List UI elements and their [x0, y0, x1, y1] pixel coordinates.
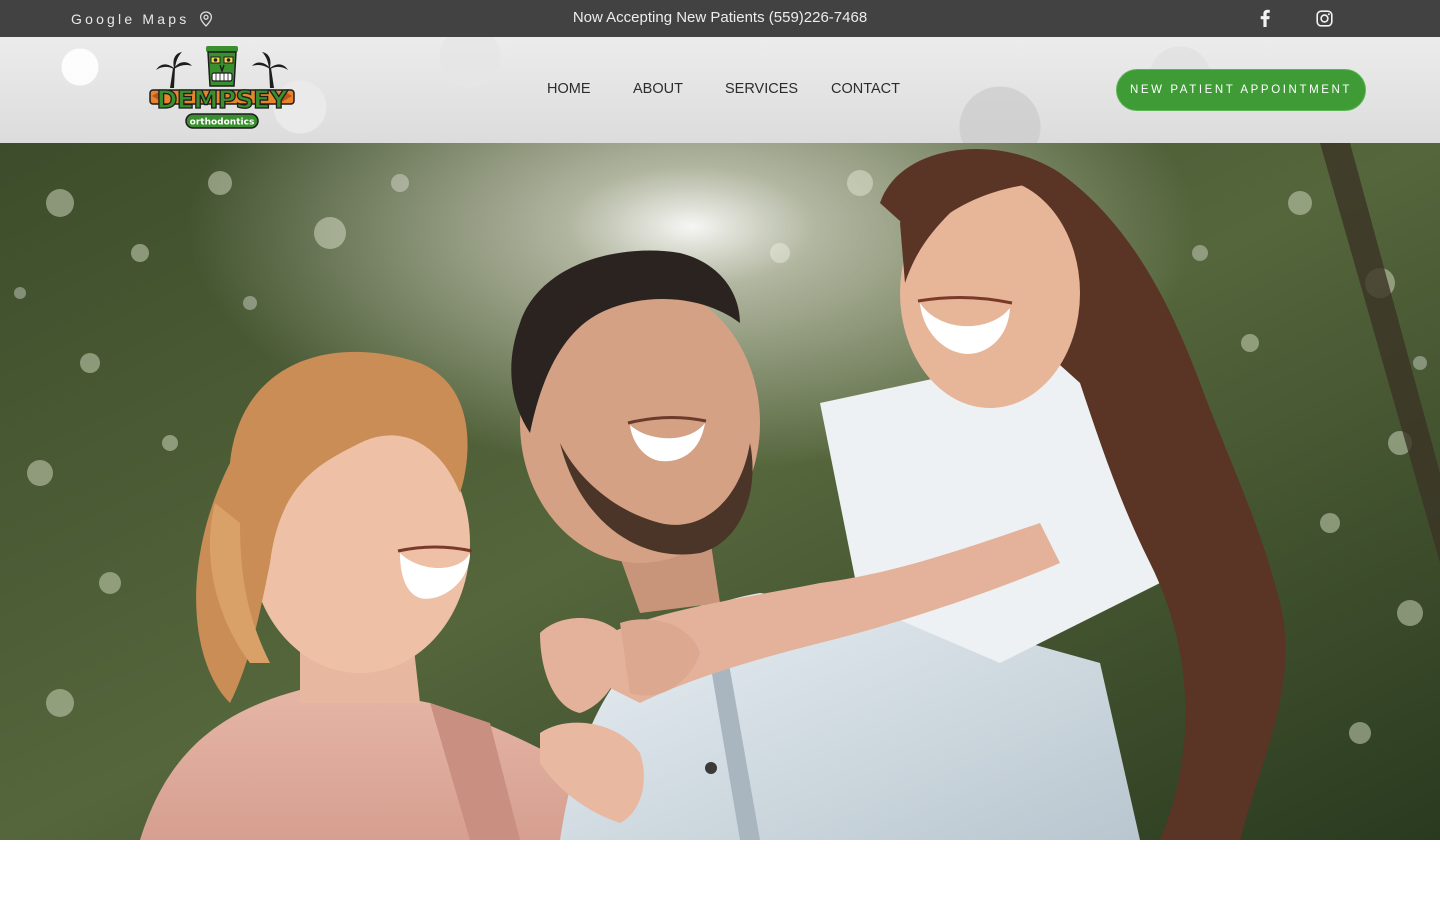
top-bar: Google Maps Now Accepting New Patients (…	[0, 0, 1440, 37]
nav-home[interactable]: HOME	[547, 81, 591, 97]
new-patients-announcement: Now Accepting New Patients (559)226-7468	[572, 9, 868, 26]
logo-subtitle: orthodontics	[190, 118, 255, 128]
instagram-icon[interactable]	[1314, 8, 1334, 28]
palm-tree-right	[252, 52, 288, 88]
palm-tree-left	[156, 52, 192, 88]
nav-contact[interactable]: CONTACT	[831, 81, 900, 97]
nav-about[interactable]: ABOUT	[633, 81, 683, 97]
nav-services[interactable]: SERVICES	[725, 81, 798, 97]
site-header: DEMPSEY orthodontics HOME ABOUT SERVICES…	[0, 37, 1440, 143]
logo-title: DEMPSEY	[157, 85, 289, 114]
page-content-area	[0, 840, 1440, 900]
facebook-icon[interactable]	[1255, 8, 1275, 28]
hero-family-photo	[0, 143, 1440, 840]
new-patient-appointment-button[interactable]: NEW PATIENT APPOINTMENT	[1116, 69, 1366, 111]
tiki-icon	[206, 46, 238, 87]
dempsey-orthodontics-logo[interactable]: DEMPSEY orthodontics	[148, 44, 296, 132]
